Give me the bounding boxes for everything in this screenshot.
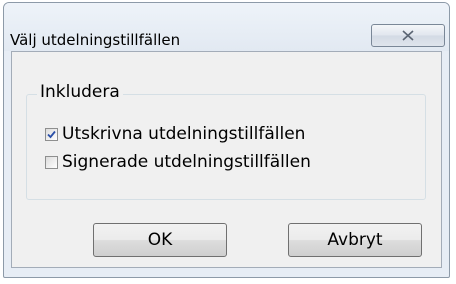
signed-checkbox[interactable]: [45, 155, 58, 169]
dialog-window: Välj utdelningstillfällen Inkludera Utsk…: [3, 2, 450, 278]
close-icon: [402, 30, 414, 41]
checkmark-icon: [47, 130, 56, 138]
signed-label: Signerade utdelningstillfällen: [62, 152, 311, 172]
option-printed[interactable]: Utskrivna utdelningstillfällen: [45, 123, 305, 145]
group-label: Inkludera: [37, 82, 123, 102]
printed-checkbox[interactable]: [45, 127, 58, 141]
close-button[interactable]: [371, 24, 445, 47]
dialog-title: Välj utdelningstillfällen: [10, 31, 181, 49]
include-groupbox: Inkludera Utskrivna utdelningstillfällen…: [26, 82, 426, 200]
dialog-content: Inkludera Utskrivna utdelningstillfällen…: [11, 51, 442, 268]
printed-label: Utskrivna utdelningstillfällen: [62, 124, 306, 144]
title-bar[interactable]: Välj utdelningstillfällen: [4, 3, 449, 51]
ok-button[interactable]: OK: [93, 223, 227, 257]
option-signed[interactable]: Signerade utdelningstillfällen: [45, 151, 311, 173]
cancel-button[interactable]: Avbryt: [288, 223, 422, 257]
